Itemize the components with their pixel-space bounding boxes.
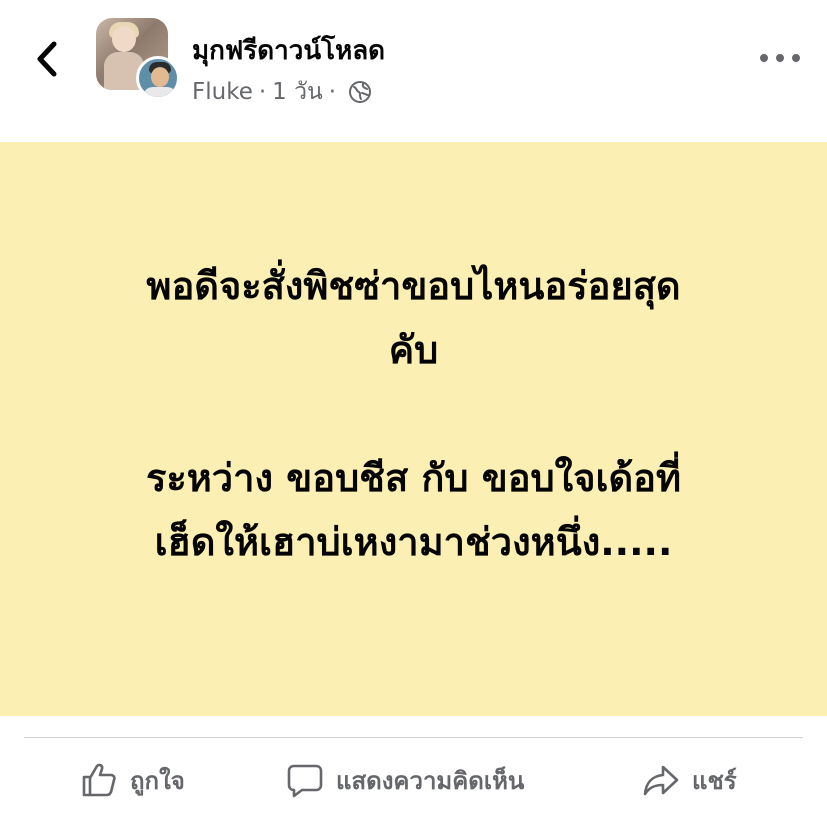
back-button[interactable]: [30, 38, 64, 80]
post-meta: Fluke · 1 วัน ·: [192, 74, 372, 110]
post-timestamp[interactable]: 1 วัน: [272, 74, 323, 110]
comment-label: แสดงความคิดเห็น: [336, 766, 525, 795]
share-arrow-icon: [643, 765, 679, 796]
post-text-line: [40, 382, 787, 446]
post-text: พอดีจะสั่งพิชซ่าขอบไหนอร่อยสุด คับ ระหว่…: [40, 254, 787, 574]
share-button[interactable]: แชร์: [642, 752, 737, 808]
post-header: มุกฟรีดาวน์โหลด Fluke · 1 วัน ·: [0, 0, 827, 142]
group-name-link[interactable]: มุกฟรีดาวน์โหลด: [192, 30, 385, 71]
more-options-button[interactable]: [760, 48, 800, 68]
share-label: แชร์: [692, 766, 737, 795]
comment-button[interactable]: แสดงความคิดเห็น: [286, 752, 524, 808]
group-avatar[interactable]: [96, 18, 180, 100]
divider: [24, 737, 803, 738]
post-text-line: พอดีจะสั่งพิชซ่าขอบไหนอร่อยสุด: [146, 264, 681, 308]
thumbs-up-icon: [82, 763, 116, 797]
more-dot: [792, 54, 800, 62]
globe-icon: [349, 81, 372, 103]
author-avatar[interactable]: [136, 56, 180, 100]
post-text-line: เฮ็ดให้เฮาบ่เหงามาช่วงหนึ่ง.....: [154, 520, 673, 564]
post-text-line: ระหว่าง ขอบชีส กับ ขอบใจเด้อที่: [145, 456, 682, 500]
more-dot: [776, 54, 784, 62]
author-name-link[interactable]: Fluke: [192, 79, 253, 105]
meta-separator: ·: [328, 79, 337, 105]
meta-separator: ·: [258, 79, 267, 105]
more-horizontal-icon: [760, 54, 768, 62]
chevron-left-icon: [37, 41, 57, 77]
like-button[interactable]: ถูกใจ: [80, 752, 185, 808]
post-text-line: คับ: [388, 328, 439, 372]
like-label: ถูกใจ: [130, 766, 185, 795]
comment-bubble-icon: [287, 764, 323, 798]
post-action-bar: ถูกใจ แสดงความคิดเห็น แชร์: [0, 740, 827, 817]
post-text-card: พอดีจะสั่งพิชซ่าขอบไหนอร่อยสุด คับ ระหว่…: [0, 142, 827, 716]
